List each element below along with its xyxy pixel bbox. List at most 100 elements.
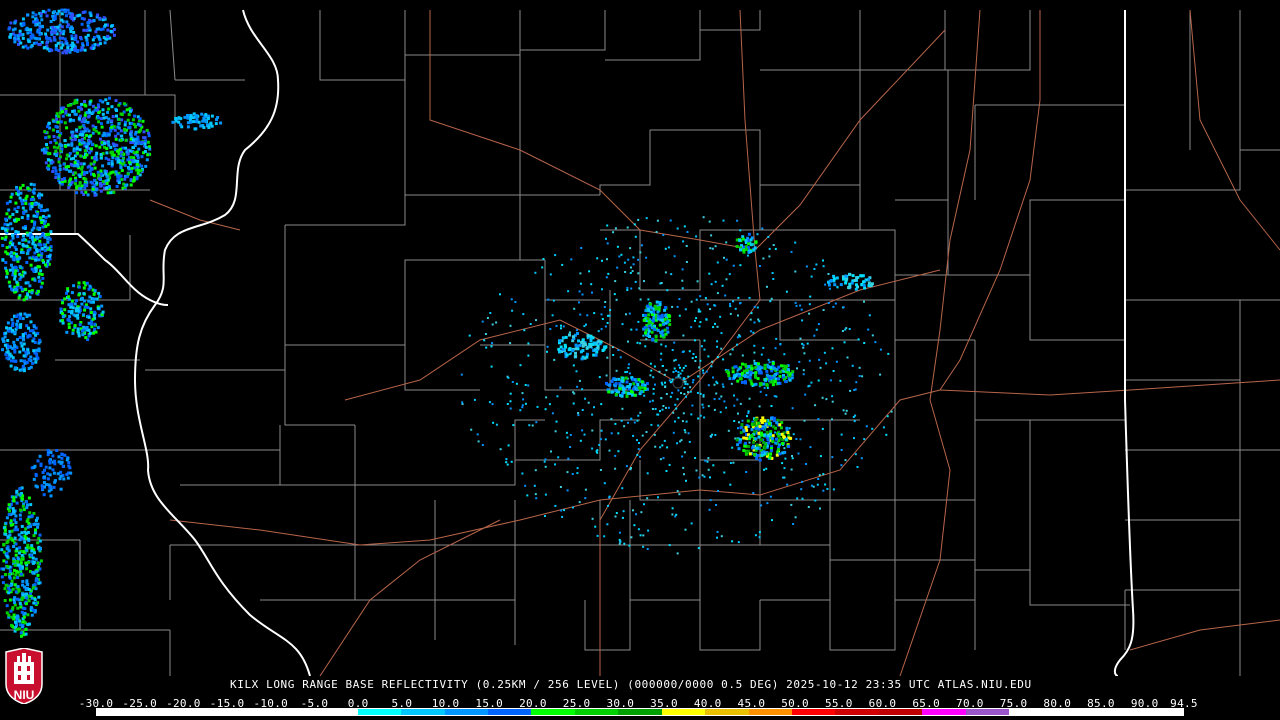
echo-pixel [716, 382, 719, 385]
echo-pixel [47, 8, 51, 12]
echo-pixel [592, 341, 596, 345]
echo-pixel [66, 23, 70, 27]
echo-pixel [21, 36, 25, 40]
echo-pixel [792, 433, 795, 436]
echo-pixel [817, 379, 820, 382]
echo-pixel [83, 305, 87, 309]
echo-pixel [20, 368, 24, 372]
echo-pixel [49, 20, 53, 23]
echo-pixel [698, 366, 701, 369]
echo-pixel [9, 536, 13, 540]
echo-pixel [137, 147, 141, 151]
echo-pixel [70, 138, 74, 142]
echo-pixel [33, 278, 37, 282]
echo-pixel [32, 214, 36, 218]
echo-pixel [815, 263, 818, 266]
echo-pixel [13, 21, 17, 25]
echo-pixel [712, 464, 715, 467]
echo-pixel [623, 542, 626, 545]
echo-pixel [519, 409, 522, 412]
echo-pixel [131, 138, 135, 142]
echo-pixel [73, 182, 77, 186]
echo-pixel [19, 41, 23, 45]
echo-pixel [4, 217, 8, 221]
radar-map [0, 8, 1280, 676]
echo-pixel [115, 185, 119, 188]
echo-pixel [561, 515, 564, 518]
echo-pixel [629, 272, 632, 274]
echo-pixel [7, 27, 11, 31]
echo-pixel [803, 419, 806, 422]
echo-pixel [710, 365, 713, 368]
echo-pixel [124, 183, 128, 187]
echo-pixel [10, 243, 14, 247]
echo-pixel [73, 171, 77, 175]
echo-pixel [596, 449, 599, 452]
echo-pixel [578, 343, 582, 347]
echo-pixel [34, 557, 38, 561]
echo-pixel [30, 549, 34, 553]
echo-pixel [10, 579, 14, 583]
echo-pixel [689, 390, 692, 393]
echo-pixel [695, 298, 698, 301]
echo-pixel [140, 164, 144, 168]
county-border [895, 420, 976, 501]
echo-pixel [17, 551, 21, 555]
colorbar-segment [97, 709, 141, 715]
echo-pixel [584, 397, 587, 400]
echo-pixel [766, 502, 769, 505]
echo-pixel [29, 198, 33, 201]
echo-pixel [676, 442, 679, 445]
echo-pixel [74, 179, 78, 182]
echo-pixel [491, 323, 494, 326]
echo-pixel [707, 384, 710, 387]
echo-pixel [42, 493, 46, 497]
echo-pixel [481, 320, 484, 323]
echo-pixel [5, 356, 9, 360]
echo-pixel [10, 359, 13, 363]
echo-pixel [661, 383, 664, 386]
echo-pixel [488, 401, 491, 404]
echo-pixel [90, 147, 94, 151]
echo-pixel [14, 269, 18, 273]
echo-pixel [844, 281, 848, 285]
echo-pixel [739, 426, 743, 430]
echo-pixel [684, 431, 687, 434]
echo-pixel [92, 19, 96, 23]
echo-pixel [61, 43, 65, 47]
echo-pixel [141, 119, 145, 123]
echo-pixel [688, 350, 691, 353]
echo-pixel [781, 442, 785, 445]
echo-pixel [88, 151, 91, 155]
county-border [279, 425, 356, 486]
echo-pixel [614, 227, 617, 230]
echo-pixel [62, 29, 66, 33]
echo-pixel [45, 233, 49, 237]
echo-pixel [561, 336, 565, 340]
echo-pixel [7, 329, 11, 333]
echo-pixel [122, 102, 126, 106]
echo-pixel [98, 16, 102, 20]
echo-pixel [84, 190, 88, 194]
echo-pixel [136, 168, 140, 172]
state-border [133, 9, 311, 676]
echo-pixel [51, 128, 55, 132]
echo-pixel [70, 311, 73, 315]
echo-pixel [521, 404, 524, 407]
echo-pixel [750, 382, 754, 386]
echo-pixel [610, 432, 613, 435]
county-border [355, 419, 545, 486]
echo-pixel [663, 308, 667, 312]
echo-pixel [461, 401, 464, 404]
echo-pixel [47, 164, 51, 168]
echo-pixel [8, 352, 12, 356]
echo-pixel [186, 116, 190, 120]
colorbar-segment [401, 709, 445, 715]
echo-pixel [668, 379, 671, 382]
echo-pixel [131, 118, 135, 122]
echo-pixel [703, 339, 706, 342]
echo-pixel [647, 329, 651, 333]
echo-pixel [591, 429, 594, 432]
echo-pixel [659, 358, 662, 361]
echo-pixel [745, 369, 749, 372]
